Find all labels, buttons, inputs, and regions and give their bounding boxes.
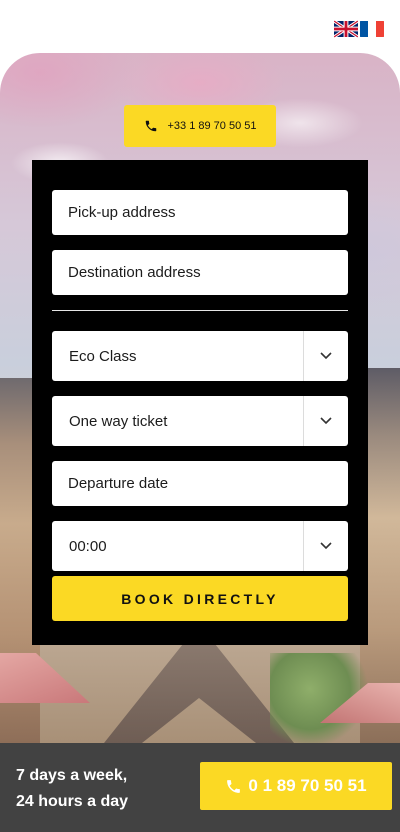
phone-button[interactable]: +33 1 89 70 50 51 [124, 105, 276, 147]
destination-input[interactable] [52, 250, 348, 295]
uk-flag-icon[interactable] [334, 20, 358, 38]
departure-time-value: 00:00 [69, 537, 107, 555]
destination-field [52, 250, 348, 295]
book-button[interactable]: BOOK DIRECTLY [52, 576, 348, 621]
booking-form: Eco Class One way ticket 00:00 BOOK DIRE… [32, 160, 368, 645]
chevron-down-icon [303, 331, 348, 381]
phone-icon [145, 120, 156, 132]
chevron-down-icon [303, 396, 348, 446]
chevron-down-icon [303, 521, 348, 571]
vehicle-class-select[interactable]: Eco Class [52, 331, 348, 381]
language-switcher [334, 20, 384, 38]
call-number: 0 1 89 70 50 51 [248, 776, 367, 795]
ticket-type-value: One way ticket [69, 412, 168, 430]
phone-icon [227, 779, 241, 793]
pickup-field [52, 190, 348, 235]
call-button[interactable]: 0 1 89 70 50 51 [200, 762, 392, 810]
availability-text: 7 days a week, 24 hours a day [16, 763, 128, 815]
ticket-type-select[interactable]: One way ticket [52, 396, 348, 446]
form-divider [52, 310, 348, 311]
awning-left [0, 653, 90, 703]
departure-date-field [52, 461, 348, 506]
departure-time-select[interactable]: 00:00 [52, 521, 348, 571]
page: +33 1 89 70 50 51 Eco Class One way tick… [0, 0, 400, 832]
eiffel-tower [104, 643, 294, 743]
availability-line-2: 24 hours a day [16, 793, 129, 810]
phone-number: +33 1 89 70 50 51 [167, 120, 257, 132]
france-flag-icon[interactable] [360, 20, 384, 38]
vehicle-class-value: Eco Class [69, 347, 137, 365]
departure-date-input[interactable] [52, 461, 348, 506]
footer-bar: 7 days a week, 24 hours a day 0 1 89 70 … [0, 743, 400, 832]
availability-line-1: 7 days a week, [16, 767, 128, 784]
pickup-input[interactable] [52, 190, 348, 235]
